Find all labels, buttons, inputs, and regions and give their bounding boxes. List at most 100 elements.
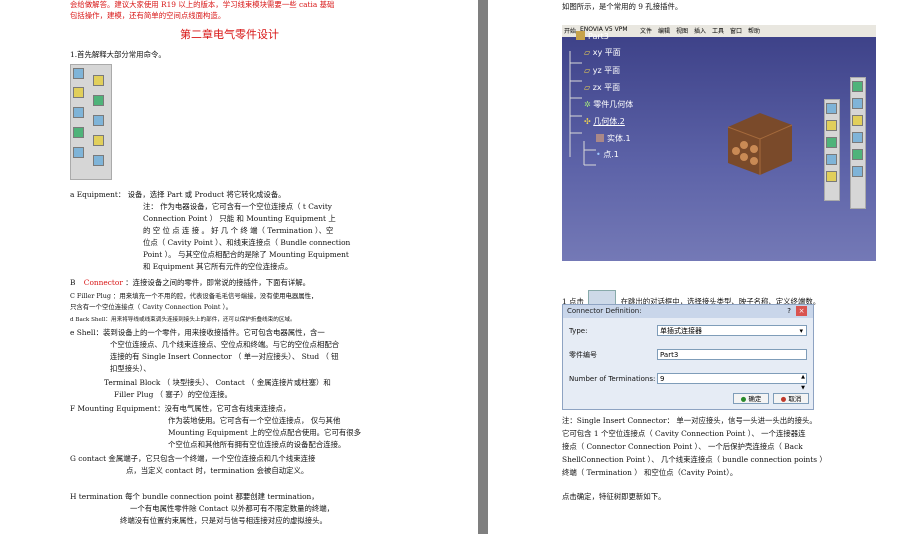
help-icon[interactable]: ? [787,307,791,315]
catia-menu-bar: 开始 ENOVIA V5 VPM 文件 编辑 视图 插入 工具 窗口 帮助 [562,25,876,37]
para-f-3: Mounting Equipment 上的空位点配合使用。它可有很多 [168,428,362,437]
catia-menu-tools: 工具 [712,28,725,35]
para-b-text: ：连接设备之间的零件，即常说的接插件，下面有详解。 [125,278,311,287]
tree-body-2[interactable]: ✣ 几何体.2 [584,116,625,127]
connector-definition-dialog: Connector Definition: ? × Type: 单插式连接器 ▾… [562,304,814,410]
mounting-equipment-icon[interactable] [852,149,863,160]
part-icon [576,31,585,40]
para-e-3: 连接的有 Single Insert Connector （ 单一对应接头）、 … [110,352,339,361]
note-r-2: 它可包含 1 个空位连接点（ Cavity Connection Point ）… [562,429,806,438]
step-2: 点击确定，特征树即更新如下。 [562,492,666,501]
note-a-5: Point ）。 与其空位点相配合的是除了 Mounting Equipment [143,250,349,259]
para-d: d Back Shell：用来将导线或线束调头连接到接头上的部件，还可以保护折叠… [70,317,296,323]
cancel-label: 取消 [788,395,802,403]
ok-label: 确定 [748,395,762,403]
tree-xy-plane[interactable]: ▱ xy 平面 [584,47,621,58]
ok-button[interactable]: ● 确定 [733,393,769,404]
cancel-icon: ● [780,395,787,403]
para-h-1: H termination 每个 bundle connection point… [70,492,319,501]
connector-model-image [727,113,793,175]
para-a-equipment: a Equipment： 设备，选择 Part 或 Product 将它转化成设… [70,190,286,199]
equipment-icon[interactable] [826,103,837,114]
para-e-5: Terminal Block （ 块型接头）、 Contact （ 金属连接片或… [104,378,331,387]
para-e-2: 个空位连接点、几个线束连接点、空位点和终端。与它的空位点相配合 [110,340,340,349]
shell-icon [73,147,84,158]
tree-body-label: 几何体.2 [593,117,625,126]
para-h-2: 一个有电属性零件除 Contact 以外都可有不限定数量的终端， [130,504,335,513]
solid-icon [596,134,604,142]
shell-icon[interactable] [826,137,837,148]
para-f-4: 个空位点和其他所有拥有空位连接点的设备配合连接。 [168,440,346,449]
catia-toolbar-2 [850,77,866,209]
item-1-heading: 1.首先解释大部分常用命令。 [70,50,166,59]
note-r-5: 终端（ Termination ） 和空位点（Cavity Point）。 [562,468,738,477]
tree-zx-label: zx 平面 [592,83,621,92]
plane-icon: ▱ [584,66,593,75]
close-icon[interactable]: × [796,306,807,316]
filler-plug-icon[interactable] [852,132,863,143]
tree-point-label: 点.1 [603,150,619,159]
tree-root[interactable]: Part3 [576,31,609,41]
part-number-input[interactable]: Part3 [657,349,807,360]
tree-root-label: Part3 [588,32,609,41]
intro-fragment: 会给做解答。建议大家使用 R19 以上的版本，学习线束模块需要一些 catia … [70,0,335,9]
caption-top: 如图所示，是个常用的 9 孔接插件。 [562,2,683,11]
dialog-title: Connector Definition: [563,305,813,318]
bundle-point-icon[interactable] [852,98,863,109]
mounting-equipment-icon [93,75,104,86]
para-e-1: e Shell：装到设备上的一个零件，用来接收接插件。它可包含电器属性，含一 [70,328,325,337]
intro-fragment-2: 包括操作，建模，还有简单的空间点线面构造。 [70,11,226,20]
document-page-left: 会给做解答。建议大家使用 R19 以上的版本，学习线束模块需要一些 catia … [0,0,478,534]
cavity-icon[interactable] [852,81,863,92]
para-c-1: C Filler Plug ：用来填充一个不用的腔，代表设备毛毛信号端接，没有使… [70,292,318,300]
para-f-1: F Mounting Equipment：没有电气属性，它可含有线束连接点， [70,404,291,413]
connector-icon [73,87,84,98]
filler-plug-icon [73,107,84,118]
gear-icon: ✲ [584,100,594,109]
back-shell-icon[interactable] [852,115,863,126]
connector-icon[interactable] [826,120,837,131]
para-e-6: Filler Plug （ 塞子）的空位连接。 [114,390,232,399]
electrical-toolbar-image [70,64,112,180]
type-select[interactable]: 单插式连接器 ▾ [657,325,807,336]
tree-zx-plane[interactable]: ▱ zx 平面 [584,82,620,93]
para-b-connector: Connector [83,278,123,287]
catia-menu-start: 开始 [564,28,577,35]
tree-point-1[interactable]: • 点.1 [596,149,619,160]
terminations-stepper[interactable]: 9 ▲ ▼ [657,373,807,391]
note-a-4: 位点（ Cavity Point ）、和线束连接点（ Bundle connec… [143,238,351,247]
back-shell-icon [73,127,84,138]
note-r-1: 注：Single Insert Connector： 单一对应接头，信号一头进一… [562,416,817,425]
catia-menu-help: 帮助 [748,28,761,35]
tree-solid-1[interactable]: 实体.1 [596,133,631,144]
tree-part-geometry[interactable]: ✲ 零件几何体 [584,99,633,110]
note-a-3: 的 空 位 点 连 接 。 好 几 个 终 端（ Termination ）、空 [143,226,334,235]
equipment-icon [73,68,84,79]
termination-icon [93,115,104,126]
type-select-value: 单插式连接器 [660,327,702,335]
contact-icon [93,95,104,106]
para-g-1: G contact 金属端子，它只包含一个终端，一个空位连接点和几个线束连接 [70,454,316,463]
catia-menu-edit: 编辑 [658,28,671,35]
para-g-2: 点，当定义 contact 时，termination 会被自动定义。 [126,466,309,475]
tree-yz-label: yz 平面 [592,66,621,75]
cancel-button[interactable]: ● 取消 [773,393,809,404]
note-a-2: Connection Point ） 只能 和 Mounting Equipme… [143,214,336,223]
para-h-3: 终端没有位置约束属性，只是对与信号相连接对应的虚拟接头。 [120,516,327,525]
chevron-down-icon: ▾ [799,327,803,335]
plane-icon: ▱ [584,48,593,57]
tree-yz-plane[interactable]: ▱ yz 平面 [584,65,620,76]
body-icon: ✣ [584,117,594,126]
part-connector-icon[interactable] [852,166,863,177]
catia-menu-file: 文件 [640,28,653,35]
termination-icon[interactable] [826,171,837,182]
terminations-label: Number of Terminations: [569,375,656,383]
chapter-title: 第二章电气零件设计 [180,28,279,41]
contact-icon[interactable] [826,154,837,165]
part-number-label: 零件编号 [569,351,597,359]
note-a-1: 注： 作为电器设备，它可含有一个空位连接点（ t Cavity [143,202,332,211]
para-b: B Connector ：连接设备之间的零件，即常说的接插件，下面有详解。 [70,278,310,288]
check-icon: ● [740,395,747,403]
stepper-arrows-icon[interactable]: ▲ ▼ [801,372,805,394]
catia-toolbar-1 [824,99,840,201]
